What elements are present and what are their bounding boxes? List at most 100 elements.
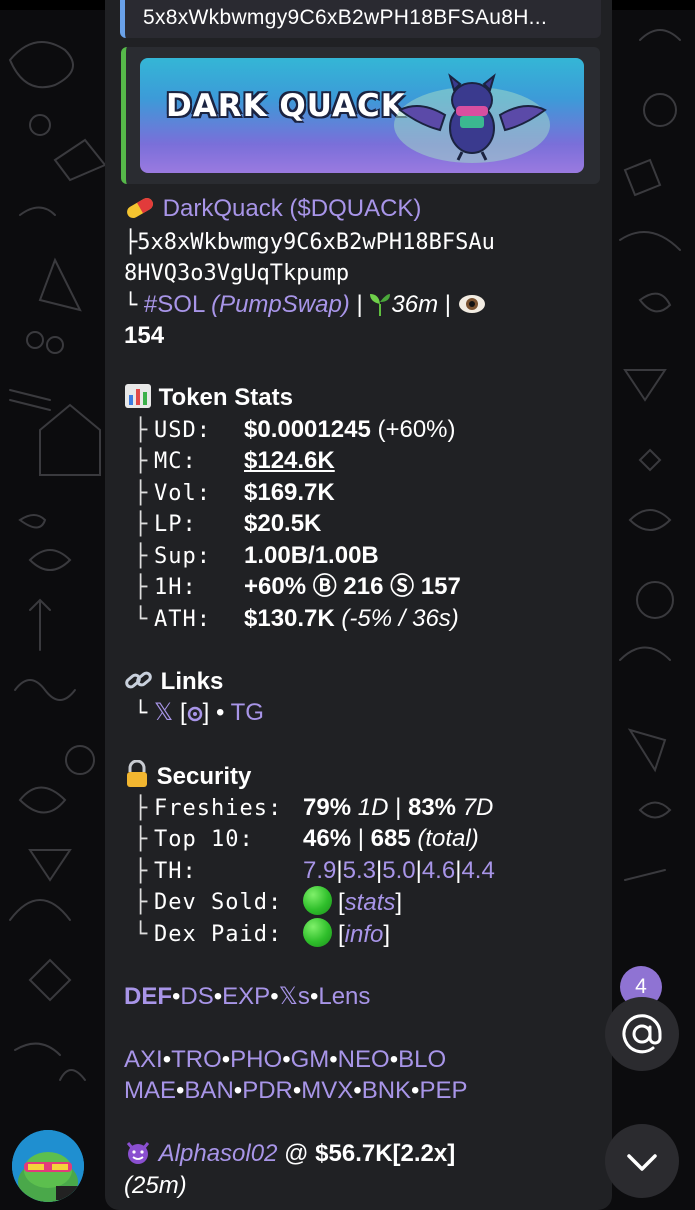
token-banner-image[interactable]: DARK QUACK	[140, 58, 584, 173]
stat-label: LP:	[154, 512, 197, 537]
token-meta-line: └ #SOL (PumpSwap) | 36m |	[124, 289, 486, 324]
stat-value: $0.0001245 (+60%)	[244, 416, 456, 443]
sells-icon: Ⓢ	[390, 573, 415, 600]
bot-link[interactable]: PHO	[230, 1046, 282, 1073]
stat-value: 1.00B/1.00B	[244, 542, 379, 569]
stat-row-ath: └ ATH: $130.7K (-5% / 36s)	[134, 605, 459, 632]
contract-address-part2[interactable]: 8HVQ3o3VgUqTkpump	[124, 261, 349, 286]
stat-row-1h: ├ 1H: +60% Ⓑ 216 Ⓢ 157	[134, 573, 461, 600]
banner-title: DARK QUACK	[166, 88, 406, 124]
bots-row-1: AXI•TRO•PHO•GM•NEO•BLO	[124, 1046, 447, 1073]
bot-link[interactable]: BNK	[362, 1077, 411, 1104]
stat-value: $169.7K	[244, 479, 335, 506]
bot-link[interactable]: AXI	[124, 1046, 163, 1073]
stat-value: $130.7K (-5% / 36s)	[244, 605, 459, 632]
security-row-top-holders: ├ TH: 7.9|5.3|5.0|4.6|4.4	[134, 857, 495, 884]
tool-link-exp[interactable]: EXP	[222, 983, 270, 1010]
seedling-icon	[369, 292, 391, 324]
pill-icon	[124, 196, 156, 228]
stat-row-lp: ├ LP: $20.5K	[134, 510, 322, 537]
mentions-button[interactable]	[605, 997, 679, 1071]
bot-link[interactable]: PEP	[419, 1077, 467, 1104]
contract-address-part1[interactable]: 5x8xWkbwmgy9C6xB2wPH18BFSAu	[137, 230, 495, 255]
chain-hashtag-link[interactable]: #SOL	[144, 291, 204, 318]
tools-row: DEF•DS•EXP•𝕏s•Lens	[124, 983, 371, 1010]
link-preview[interactable]: DARK QUACK	[121, 47, 600, 184]
buys-icon: Ⓑ	[312, 573, 337, 600]
sender-avatar[interactable]	[12, 1130, 84, 1202]
dev-stats-link[interactable]: stats	[345, 889, 396, 916]
stat-row-mc: ├ MC: $124.6K	[134, 447, 335, 474]
green-circle-icon	[303, 886, 332, 915]
stat-label: MC:	[154, 449, 197, 474]
security-row-freshies: ├ Freshies: 79% 1D | 83% 7D	[134, 794, 494, 821]
stat-row-usd: ├ USD: $0.0001245 (+60%)	[134, 416, 456, 443]
bots-row-2: MAE•BAN•PDR•MVX•BNK•PEP	[124, 1077, 468, 1104]
stat-value: +60% Ⓑ 216 Ⓢ 157	[244, 573, 461, 600]
stat-label: Sup:	[154, 544, 211, 569]
links-heading: Links	[124, 666, 223, 701]
chevron-down-icon	[627, 1154, 657, 1171]
bot-link[interactable]: BLO	[398, 1046, 446, 1073]
bot-link[interactable]: MVX	[301, 1077, 353, 1104]
stat-value: $20.5K	[244, 510, 322, 537]
token-age: 36m	[391, 291, 439, 318]
stat-label: Vol:	[154, 481, 211, 506]
links-row: └ 𝕏 [] • TG	[134, 697, 264, 732]
green-circle-icon	[303, 918, 332, 947]
caller-name-link[interactable]: Alphasol02	[159, 1140, 278, 1167]
bot-link[interactable]: GM	[291, 1046, 330, 1073]
token-title-line: DarkQuack ($DQUACK)	[124, 193, 421, 228]
reply-quote[interactable]: 5x8xWkbwmgy9C6xB2wPH18BFSAu8H...	[120, 0, 601, 38]
caller-mc: $56.7K	[315, 1140, 393, 1167]
token-ticker-link[interactable]: ($DQUACK)	[289, 195, 421, 222]
stat-row-sup: ├ Sup: 1.00B/1.00B	[134, 542, 379, 569]
eye-icon	[458, 292, 486, 324]
bot-link[interactable]: NEO	[338, 1046, 390, 1073]
tool-link-def[interactable]: DEF	[124, 983, 172, 1010]
tool-link-xs[interactable]: 𝕏s	[279, 983, 310, 1010]
scroll-down-button[interactable]	[605, 1124, 679, 1198]
security-row-dev-sold: ├ Dev Sold: [stats]	[134, 886, 402, 917]
security-row-dex-paid: └ Dex Paid: [info]	[134, 918, 390, 949]
quoted-contract-address: 5x8xWkbwmgy9C6xB2wPH18BFSAu8H...	[143, 6, 548, 29]
caller-multiplier: [2.2x]	[392, 1140, 456, 1167]
caller-line: Alphasol02 @ $56.7K[2.2x]	[124, 1138, 455, 1173]
buys-count: 216	[343, 573, 384, 600]
contract-address-line1[interactable]: ├5x8xWkbwmgy9C6xB2wPH18BFSAu	[124, 227, 495, 258]
caller-time: (25m)	[124, 1172, 187, 1199]
search-icon[interactable]	[187, 701, 203, 732]
holder-link[interactable]: 4.6	[422, 857, 455, 884]
holder-link[interactable]: 5.3	[343, 857, 376, 884]
tool-link-ds[interactable]: DS	[180, 983, 213, 1010]
lock-icon	[124, 759, 150, 796]
stat-label: 1H:	[154, 575, 197, 600]
tool-link-lens[interactable]: Lens	[318, 983, 370, 1010]
dex-info-link[interactable]: info	[345, 921, 384, 948]
contract-address-line2[interactable]: 8HVQ3o3VgUqTkpump	[124, 258, 349, 289]
bot-link[interactable]: TRO	[171, 1046, 222, 1073]
bot-link[interactable]: PDR	[242, 1077, 293, 1104]
token-stats-heading: Token Stats	[124, 382, 293, 417]
view-count: 154	[124, 322, 165, 349]
bot-link[interactable]: BAN	[184, 1077, 233, 1104]
bot-link[interactable]: MAE	[124, 1077, 176, 1104]
holder-link[interactable]: 4.4	[461, 857, 494, 884]
security-heading: Security	[124, 759, 251, 796]
token-name-link[interactable]: DarkQuack	[163, 195, 283, 222]
security-row-top10: ├ Top 10: 46% | 685 (total)	[134, 825, 479, 852]
tree-branch: ├	[124, 230, 138, 255]
dex-label[interactable]: (PumpSwap)	[211, 291, 350, 318]
telegram-link[interactable]: TG	[231, 699, 264, 726]
tree-branch: └	[124, 293, 138, 318]
stat-label: ATH:	[154, 607, 211, 632]
x-link[interactable]: 𝕏	[154, 699, 173, 726]
stat-row-vol: ├ Vol: $169.7K	[134, 479, 335, 506]
market-cap-value[interactable]: $124.6K	[244, 445, 335, 476]
holder-link[interactable]: 7.9	[303, 857, 336, 884]
holder-link[interactable]: 5.0	[382, 857, 415, 884]
smiling-devil-icon	[124, 1139, 152, 1173]
sells-count: 157	[420, 573, 461, 600]
frog-avatar-icon	[12, 1130, 84, 1202]
link-icon	[124, 667, 154, 701]
